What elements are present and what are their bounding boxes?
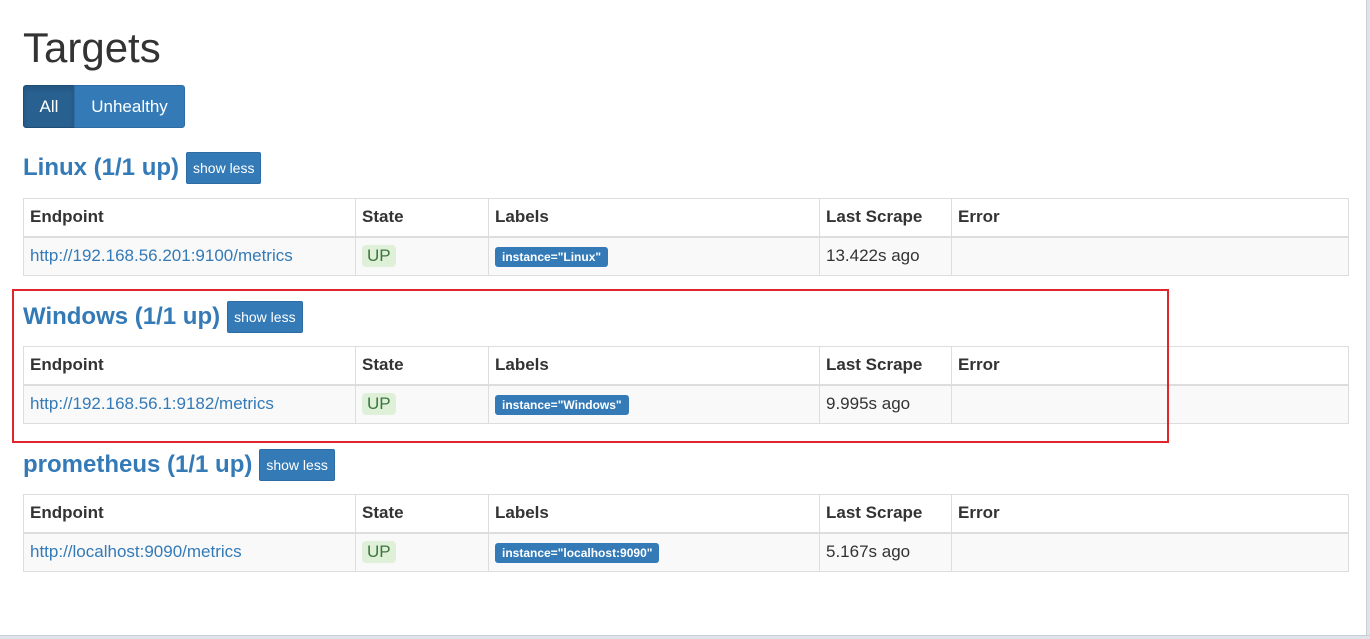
table-row: http://192.168.56.201:9100/metrics UP in…	[23, 236, 1349, 276]
table-header-row: Endpoint State Labels Last Scrape Error	[23, 198, 1349, 238]
table-header-row: Endpoint State Labels Last Scrape Error	[23, 494, 1349, 534]
window-frame-right	[1366, 0, 1370, 639]
column-header-endpoint: Endpoint	[23, 198, 356, 238]
targets-table-linux: Endpoint State Labels Last Scrape Error …	[23, 198, 1349, 276]
column-header-endpoint: Endpoint	[23, 494, 356, 534]
last-scrape-cell: 13.422s ago	[819, 236, 952, 276]
error-cell	[951, 532, 1349, 572]
column-header-state: State	[355, 494, 489, 534]
targets-table-prometheus: Endpoint State Labels Last Scrape Error …	[23, 494, 1349, 572]
table-row: http://localhost:9090/metrics UP instanc…	[23, 532, 1349, 572]
endpoint-link[interactable]: http://localhost:9090/metrics	[30, 542, 242, 561]
state-cell: UP	[355, 532, 489, 572]
column-header-error: Error	[951, 494, 1349, 534]
column-header-labels: Labels	[488, 198, 820, 238]
column-header-error: Error	[951, 198, 1349, 238]
job-header-prometheus: prometheus (1/1 up) show less	[23, 449, 335, 481]
last-scrape-cell: 5.167s ago	[819, 532, 952, 572]
error-cell	[951, 236, 1349, 276]
filter-all-button[interactable]: All	[23, 85, 75, 128]
job-header-linux: Linux (1/1 up) show less	[23, 152, 262, 184]
labels-cell: instance="localhost:9090"	[488, 532, 820, 572]
state-badge: UP	[362, 245, 396, 268]
label-badge: instance="localhost:9090"	[495, 542, 660, 563]
window-frame-bottom	[0, 635, 1370, 639]
labels-cell: instance="Linux"	[488, 236, 820, 276]
filter-unhealthy-button[interactable]: Unhealthy	[74, 85, 185, 128]
column-header-labels: Labels	[488, 494, 820, 534]
show-less-button-linux[interactable]: show less	[186, 152, 262, 184]
endpoint-link[interactable]: http://192.168.56.201:9100/metrics	[30, 246, 293, 265]
state-badge: UP	[362, 541, 396, 564]
job-title-prometheus[interactable]: prometheus (1/1 up)	[23, 451, 252, 479]
column-header-state: State	[355, 198, 489, 238]
column-header-last-scrape: Last Scrape	[819, 494, 952, 534]
job-title-linux[interactable]: Linux (1/1 up)	[23, 154, 179, 182]
column-header-last-scrape: Last Scrape	[819, 198, 952, 238]
filter-button-group: All Unhealthy	[23, 85, 185, 128]
endpoint-cell: http://192.168.56.201:9100/metrics	[23, 236, 356, 276]
highlight-annotation-box	[12, 289, 1169, 443]
page-title: Targets	[23, 24, 161, 71]
show-less-button-prometheus[interactable]: show less	[259, 449, 335, 481]
label-badge: instance="Linux"	[495, 246, 609, 267]
state-cell: UP	[355, 236, 489, 276]
endpoint-cell: http://localhost:9090/metrics	[23, 532, 356, 572]
